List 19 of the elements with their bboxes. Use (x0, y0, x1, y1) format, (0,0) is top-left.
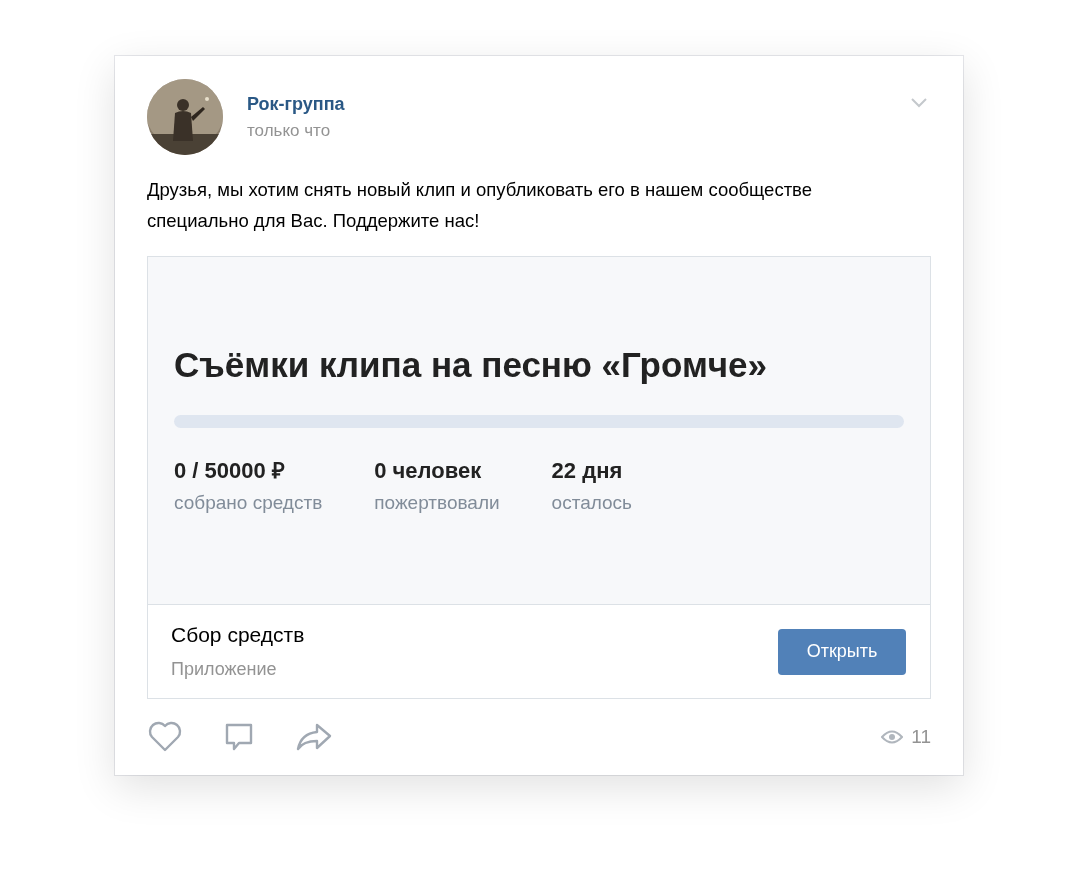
stat-value: 0 человек (374, 458, 483, 484)
comment-icon[interactable] (223, 721, 255, 753)
post-time: только что (247, 120, 332, 141)
heart-icon[interactable] (147, 721, 183, 753)
post-text: Друзья, мы хотим снять новый клип и опубликовать его в нашем сообществе специально для Вас. Поддержите нас! (147, 178, 813, 233)
eye-icon (881, 730, 904, 744)
app-name: Сбор средств (171, 623, 305, 647)
stat-value: 22 дня (551, 458, 624, 484)
author-link[interactable]: Рок-группа (247, 93, 345, 115)
stat-value: 0 / 50000 ₽ (174, 458, 286, 484)
stat-label: пожертвовали (374, 492, 500, 514)
open-button[interactable]: Открыть (778, 628, 906, 675)
stat-label: собрано средств (174, 492, 323, 514)
chevron-down-icon[interactable] (911, 98, 927, 108)
fundraiser-title: Съёмки клипа на песню «Громче» (174, 345, 769, 385)
app-type: Приложение (171, 659, 278, 680)
stat-label: осталось (551, 492, 632, 514)
share-arrow-icon[interactable] (295, 722, 333, 752)
view-count: 11 (911, 726, 931, 748)
